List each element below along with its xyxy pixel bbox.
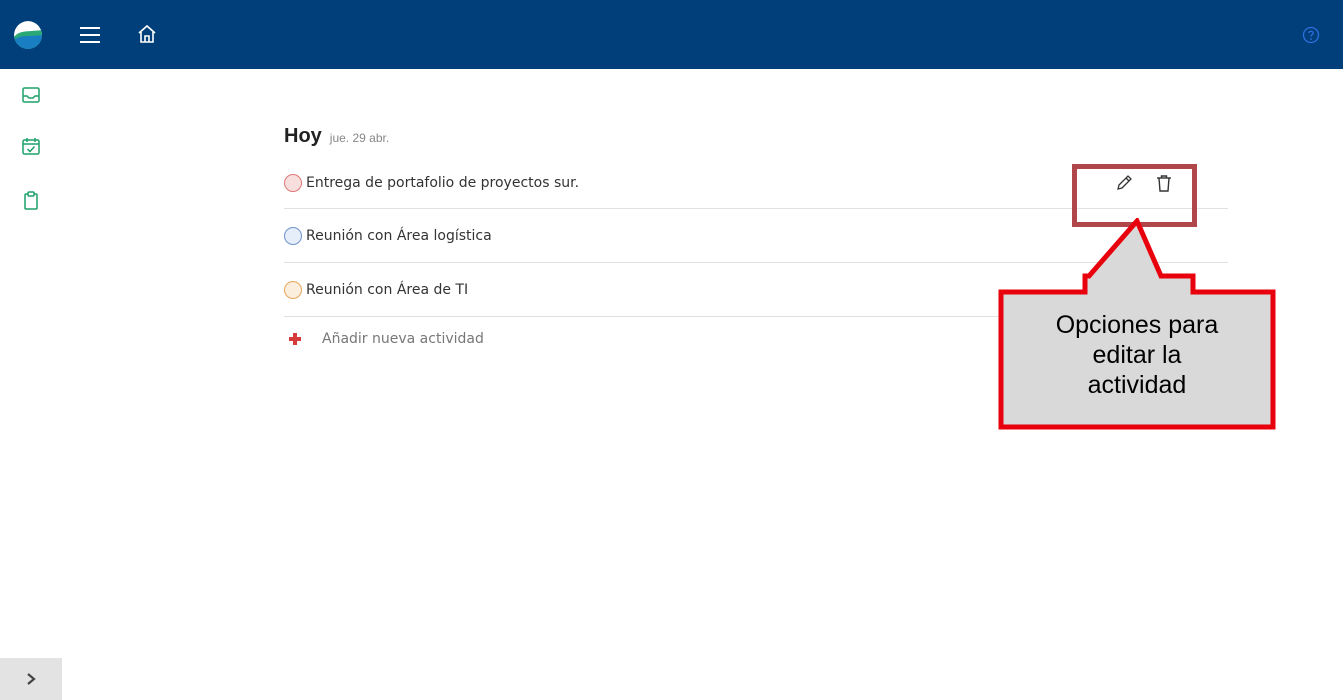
annotation-text: Opciones para editar la actividad	[1008, 310, 1266, 400]
page-title: Hoy	[284, 125, 322, 147]
task-status-circle[interactable]	[284, 280, 302, 299]
sidebar-expand-button[interactable]	[0, 658, 62, 700]
clipboard-icon[interactable]	[21, 190, 41, 210]
chevron-right-icon	[27, 673, 36, 685]
hamburger-icon[interactable]	[78, 24, 102, 46]
top-bar	[0, 0, 1343, 69]
task-label: Reunión con Área logística	[306, 227, 492, 244]
day-heading: Hoy jue. 29 abr.	[284, 115, 1228, 151]
task-label: Entrega de portafolio de proyectos sur.	[306, 174, 580, 191]
app-logo-icon[interactable]	[14, 21, 42, 49]
calendar-check-icon[interactable]	[21, 136, 41, 156]
plus-icon	[288, 332, 302, 346]
sidebar	[0, 69, 62, 700]
task-status-circle[interactable]	[284, 173, 302, 192]
annotation-line: editar la	[1092, 341, 1182, 369]
help-circle-icon[interactable]	[1302, 26, 1320, 44]
task-status-circle[interactable]	[284, 226, 302, 245]
annotation-line: Opciones para	[1055, 311, 1219, 339]
home-icon[interactable]	[136, 23, 158, 45]
add-activity-label: Añadir nueva actividad	[322, 331, 484, 347]
inbox-icon[interactable]	[21, 85, 41, 105]
page-date: jue. 29 abr.	[329, 131, 390, 145]
task-label: Reunión con Área de TI	[306, 281, 469, 298]
annotation-line: actividad	[1087, 371, 1187, 399]
